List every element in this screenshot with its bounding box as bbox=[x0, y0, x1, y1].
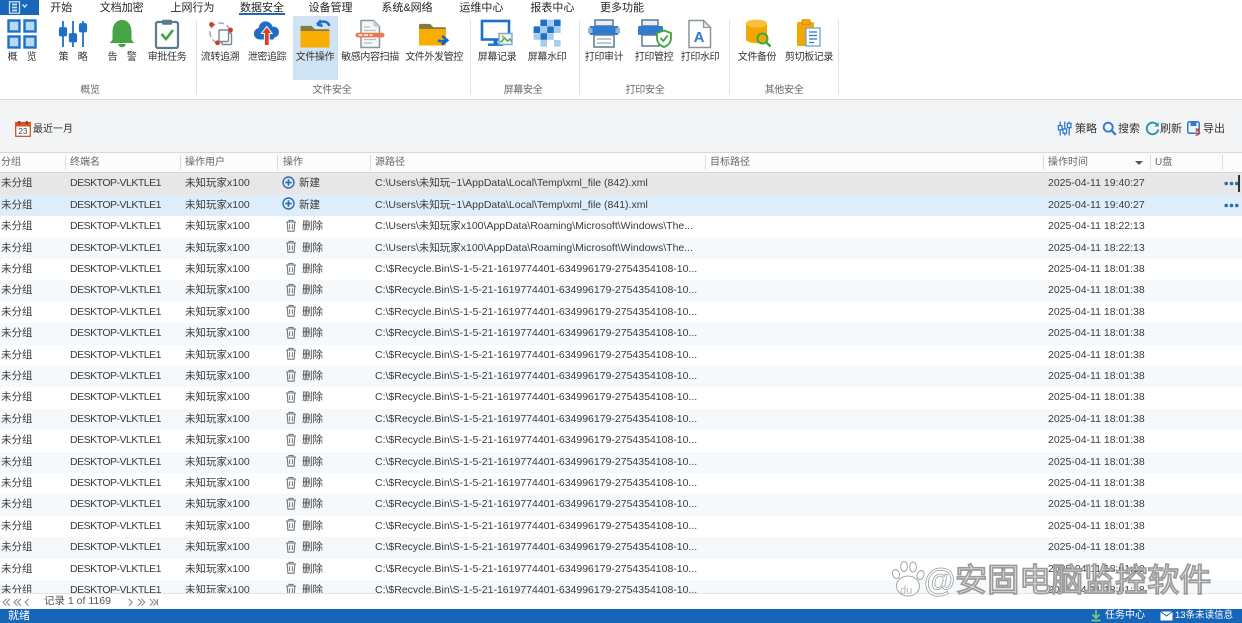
svg-text:A: A bbox=[694, 29, 705, 46]
svg-text:du: du bbox=[900, 585, 912, 597]
svg-text:23: 23 bbox=[19, 127, 28, 136]
